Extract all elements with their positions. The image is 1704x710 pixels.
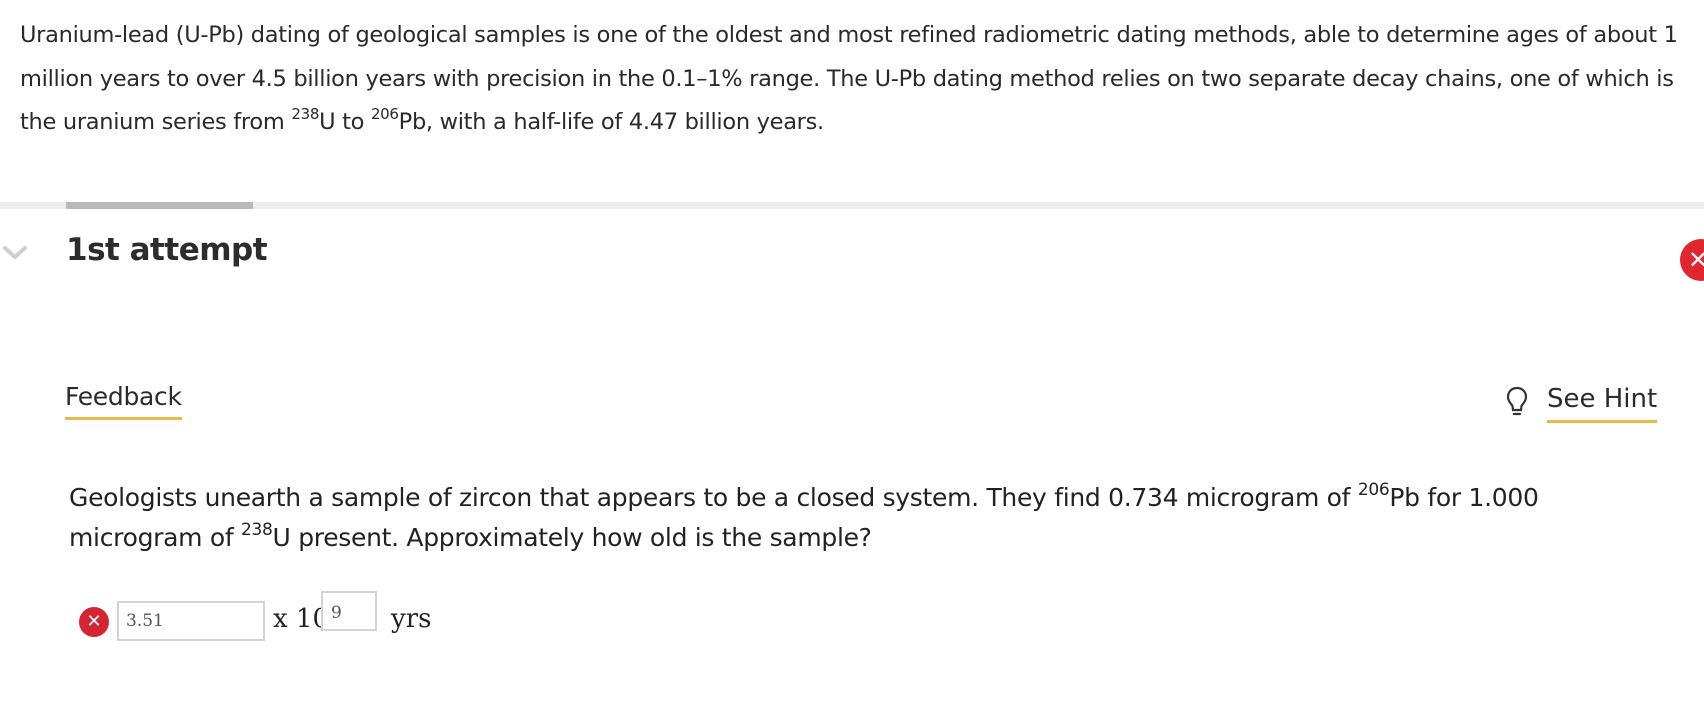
problem-intro: Uranium-lead (U-Pb) dating of geological… <box>20 14 1680 145</box>
attempt-progress-track <box>0 202 1704 209</box>
question-text-part: U present. Approximately how old is the … <box>272 523 872 552</box>
intro-text: Uranium-lead (U-Pb) dating of geological… <box>20 22 1678 135</box>
feedback-tab[interactable]: Feedback <box>65 382 182 420</box>
close-icon: ✕ <box>1680 239 1704 281</box>
chevron-down-icon[interactable] <box>2 244 28 262</box>
intro-text: Pb, with a half-life of 4.47 billion yea… <box>398 109 825 135</box>
unit-label: yrs <box>391 604 432 634</box>
intro-superscript: 206 <box>370 105 399 123</box>
attempt-progress-fill <box>66 202 253 209</box>
answer-input[interactable] <box>117 601 265 641</box>
question-superscript: 238 <box>240 520 273 540</box>
close-icon: ✕ <box>79 607 109 637</box>
question-text-part: Geologists unearth a sample of zircon th… <box>69 483 1358 512</box>
attempt-title[interactable]: 1st attempt <box>66 232 268 268</box>
intro-text: U to <box>319 109 371 135</box>
question-superscript: 206 <box>1357 480 1390 500</box>
question-text: Geologists unearth a sample of zircon th… <box>69 478 1679 558</box>
intro-superscript: 238 <box>291 105 320 123</box>
lightbulb-icon <box>1506 386 1528 416</box>
exponent-input[interactable] <box>321 591 377 631</box>
see-hint-label[interactable]: See Hint <box>1547 384 1658 423</box>
